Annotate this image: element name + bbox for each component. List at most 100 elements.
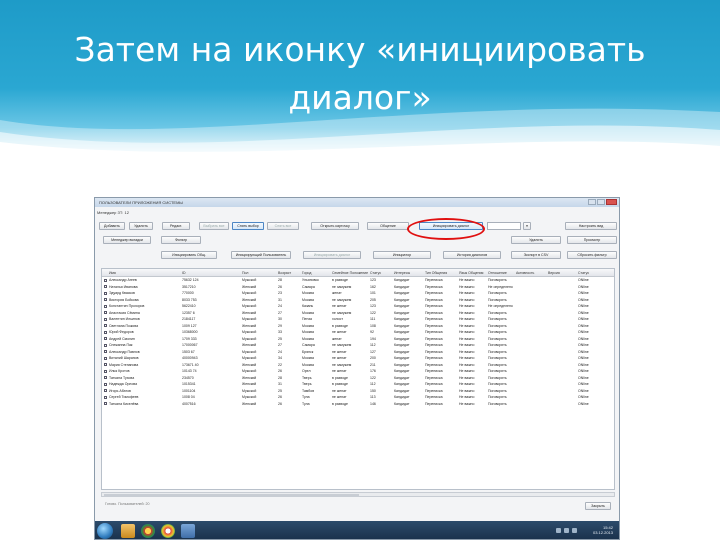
table-cell[interactable]: Не важно	[459, 402, 486, 406]
table-cell[interactable]: Тверь	[302, 382, 330, 386]
close-button[interactable]	[606, 199, 617, 205]
table-cell[interactable]: Женский	[242, 343, 276, 347]
row-checkbox[interactable]	[104, 395, 107, 399]
table-cell[interactable]: Переписка	[425, 278, 457, 282]
table-cell[interactable]: 150	[370, 389, 392, 393]
table-cell[interactable]: Не важно	[459, 337, 486, 341]
table-cell[interactable]: 26	[278, 369, 300, 373]
table-cell[interactable]: 23	[278, 291, 300, 295]
table-cell[interactable]: Игорь Абатов	[109, 389, 179, 393]
table-cell[interactable]: Не важно	[459, 317, 486, 321]
table-cell[interactable]: 108	[370, 324, 392, 328]
table-cell[interactable]: ONline	[578, 395, 614, 399]
table-cell[interactable]: Переписка	[425, 369, 457, 373]
table-cell[interactable]: ONline	[578, 376, 614, 380]
customize-view-button[interactable]: Настроить вид	[565, 222, 617, 230]
table-cell[interactable]: Кандидат	[394, 311, 422, 315]
table-cell[interactable]: Мужской	[242, 337, 276, 341]
table-cell[interactable]: Не важно	[459, 350, 486, 354]
row-checkbox[interactable]	[104, 285, 107, 288]
table-cell[interactable]: 40000943	[182, 356, 238, 360]
table-cell[interactable]: Тула	[302, 402, 330, 406]
combo-dropdown-button[interactable]: ▾	[523, 222, 531, 230]
table-cell[interactable]: 1008 04	[182, 395, 238, 399]
explorer-icon[interactable]	[121, 524, 135, 538]
table-cell[interactable]: Не важно	[459, 382, 486, 386]
table-cell[interactable]: не женат	[332, 304, 368, 308]
row-checkbox[interactable]	[104, 389, 107, 392]
table-cell[interactable]: Не определено	[488, 285, 514, 289]
table-cell[interactable]: Поговорить	[488, 337, 514, 341]
table-cell[interactable]: Поговорить	[488, 278, 514, 282]
table-cell[interactable]: 27	[278, 343, 300, 347]
table-cell[interactable]: Не важно	[459, 311, 486, 315]
table-cell[interactable]: Переписка	[425, 324, 457, 328]
table-cell[interactable]: Не важно	[459, 389, 486, 393]
table-cell[interactable]: Переписка	[425, 376, 457, 380]
table-cell[interactable]: 31	[278, 298, 300, 302]
table-cell[interactable]: 26	[278, 402, 300, 406]
table-cell[interactable]: Орел	[302, 369, 330, 373]
column-header[interactable]: Язык Общения	[459, 271, 486, 275]
table-cell[interactable]: Не определено	[488, 304, 514, 308]
row-checkbox[interactable]	[104, 330, 107, 334]
table-cell[interactable]: Ульяновск	[302, 278, 330, 282]
table-cell[interactable]: 26	[278, 285, 300, 289]
row-checkbox[interactable]	[104, 376, 107, 379]
column-header[interactable]: Пол	[242, 271, 276, 275]
table-cell[interactable]: Самара	[302, 285, 330, 289]
table-cell[interactable]: Надежда Орлова	[109, 382, 179, 386]
table-cell[interactable]: Москва	[302, 291, 330, 295]
table-cell[interactable]: Андрей Смолин	[109, 337, 179, 341]
initiator-button[interactable]: Инициатор	[373, 251, 431, 259]
table-cell[interactable]: 1709 333	[182, 337, 238, 341]
table-cell[interactable]: в разводе	[332, 402, 368, 406]
clock[interactable]: 15:42 03.12.2013	[593, 525, 613, 535]
table-cell[interactable]: Переписка	[425, 363, 457, 367]
table-cell[interactable]: Москва	[302, 337, 330, 341]
table-cell[interactable]: Женский	[242, 402, 276, 406]
table-cell[interactable]: Не важно	[459, 369, 486, 373]
table-cell[interactable]: Поговорить	[488, 363, 514, 367]
table-cell[interactable]: 12357 6	[182, 311, 238, 315]
volume-icon[interactable]	[564, 528, 569, 533]
table-cell[interactable]: ONline	[578, 330, 614, 334]
reset-filter-button[interactable]: Сбросить фильтр	[567, 251, 617, 259]
table-cell[interactable]: Мужской	[242, 395, 276, 399]
table-cell[interactable]: Кандидат	[394, 402, 422, 406]
table-cell[interactable]: 123	[370, 304, 392, 308]
table-cell[interactable]: Мария Степанова	[109, 363, 179, 367]
table-cell[interactable]: Поговорить	[488, 356, 514, 360]
table-cell[interactable]: Не важно	[459, 343, 486, 347]
row-checkbox[interactable]	[104, 291, 107, 295]
maximize-button[interactable]	[597, 199, 605, 205]
row-checkbox[interactable]	[104, 356, 107, 360]
row-checkbox[interactable]	[104, 350, 107, 353]
table-cell[interactable]: 123	[370, 278, 392, 282]
table-cell[interactable]: 28	[278, 376, 300, 380]
table-cell[interactable]: Не важно	[459, 298, 486, 302]
table-cell[interactable]: ONline	[578, 317, 614, 321]
table-cell[interactable]: Александр Павлов	[109, 350, 179, 354]
table-cell[interactable]: Поговорить	[488, 311, 514, 315]
table-cell[interactable]: Поговорить	[488, 291, 514, 295]
start-button-icon[interactable]	[97, 523, 113, 539]
table-cell[interactable]: Переписка	[425, 285, 457, 289]
table-cell[interactable]: ONline	[578, 356, 614, 360]
table-cell[interactable]: Александр Агеев	[109, 278, 179, 282]
table-cell[interactable]: 200	[370, 356, 392, 360]
delete-button[interactable]: Удалить	[129, 222, 153, 230]
app-icon[interactable]	[181, 524, 195, 538]
table-cell[interactable]: Переписка	[425, 304, 457, 308]
table-cell[interactable]: не женат	[332, 356, 368, 360]
table-cell[interactable]: Поговорить	[488, 343, 514, 347]
table-cell[interactable]: 3517210	[182, 285, 238, 289]
table-cell[interactable]: Поговорить	[488, 317, 514, 321]
row-checkbox[interactable]	[104, 337, 107, 340]
table-cell[interactable]: 770000	[182, 291, 238, 295]
table-cell[interactable]: 112	[370, 343, 392, 347]
table-cell[interactable]: Поговорить	[488, 382, 514, 386]
table-cell[interactable]: Не важно	[459, 278, 486, 282]
table-cell[interactable]: Константин Прохоров	[109, 304, 179, 308]
table-cell[interactable]: Переписка	[425, 382, 457, 386]
